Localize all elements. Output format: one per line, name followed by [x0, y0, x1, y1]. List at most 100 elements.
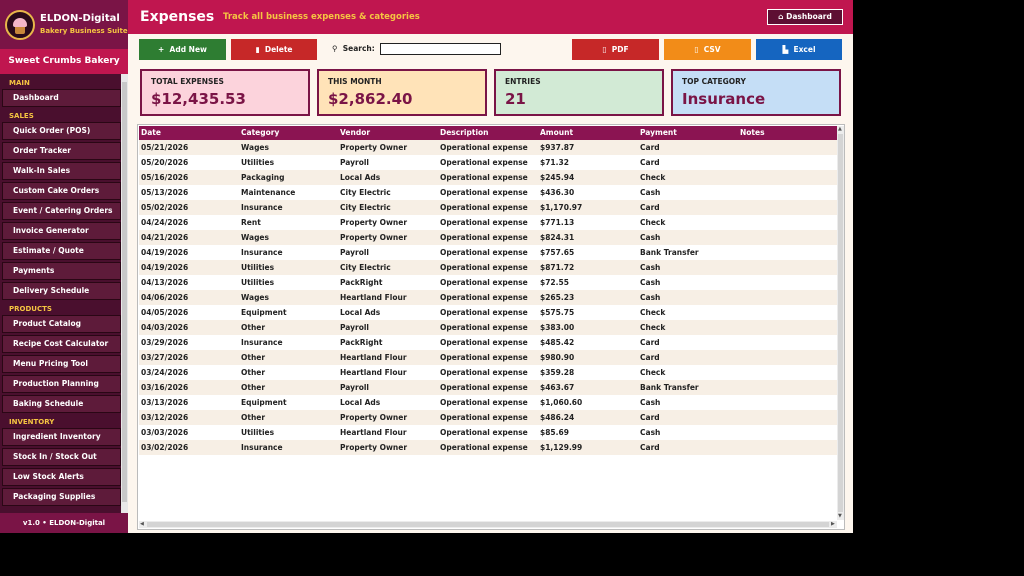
cell-payment: Cash — [640, 188, 661, 197]
delete-button[interactable]: ▮ Delete — [231, 39, 317, 60]
table-row[interactable]: 05/16/2026 Packaging Local Ads Operational … — [139, 170, 837, 185]
cell-category: Insurance — [241, 443, 283, 452]
table-row[interactable]: 05/13/2026 Maintenance City Electric Operat… — [139, 185, 837, 200]
cell-amount: $463.67 — [540, 383, 575, 392]
export-excel-button[interactable]: ▙ Excel — [756, 39, 842, 60]
nav-section-sales: SALES — [9, 112, 34, 120]
sidebar-item-stock-in-stock-out[interactable]: Stock In / Stock Out — [2, 448, 121, 466]
cell-description: Operational expense — [440, 143, 528, 152]
search-input[interactable] — [380, 43, 501, 55]
sidebar-item-ingredient-inventory[interactable]: Ingredient Inventory — [2, 428, 121, 446]
table-vertical-scrollbar[interactable]: ▲ ▼ — [837, 126, 844, 520]
sidebar-item-invoice-generator[interactable]: Invoice Generator — [2, 222, 121, 240]
scroll-up-icon[interactable]: ▲ — [838, 126, 842, 133]
column-header-vendor[interactable]: Vendor — [340, 126, 370, 140]
cell-vendor: Local Ads — [340, 308, 381, 317]
table-row[interactable]: 03/02/2026 Insurance Property Owner Operati… — [139, 440, 837, 455]
table-row[interactable]: 04/06/2026 Wages Heartland Flour Operationa… — [139, 290, 837, 305]
table-row[interactable]: 03/12/2026 Other Property Owner Operational… — [139, 410, 837, 425]
column-header-description[interactable]: Description — [440, 126, 489, 140]
cell-payment: Cash — [640, 428, 661, 437]
dashboard-button[interactable]: ⌂ Dashboard — [767, 9, 843, 25]
column-header-date[interactable]: Date — [141, 126, 161, 140]
cell-description: Operational expense — [440, 398, 528, 407]
table-row[interactable]: 05/20/2026 Utilities Payroll Operational ex… — [139, 155, 837, 170]
sidebar-item-packaging-supplies[interactable]: Packaging Supplies — [2, 488, 121, 506]
table-row[interactable]: 05/02/2026 Insurance City Electric Operatio… — [139, 200, 837, 215]
sidebar-scrollbar[interactable] — [121, 74, 128, 514]
column-header-amount[interactable]: Amount — [540, 126, 573, 140]
nav-section-products: PRODUCTS — [9, 305, 52, 313]
cell-date: 04/06/2026 — [141, 293, 189, 302]
sidebar-item-production-planning[interactable]: Production Planning — [2, 375, 121, 393]
sidebar-item-baking-schedule[interactable]: Baking Schedule — [2, 395, 121, 413]
sidebar-item-low-stock-alerts[interactable]: Low Stock Alerts — [2, 468, 121, 486]
table-row[interactable]: 04/13/2026 Utilities PackRight Operational … — [139, 275, 837, 290]
sidebar-scroll-thumb[interactable] — [122, 82, 127, 502]
table-row[interactable]: 03/16/2026 Other Payroll Operational expens… — [139, 380, 837, 395]
column-header-payment[interactable]: Payment — [640, 126, 677, 140]
table-horizontal-scrollbar[interactable]: ◀ ▶ — [139, 521, 837, 528]
cell-description: Operational expense — [440, 308, 528, 317]
table-row[interactable]: 03/27/2026 Other Heartland Flour Operationa… — [139, 350, 837, 365]
sidebar-item-payments[interactable]: Payments — [2, 262, 121, 280]
sidebar-item-recipe-cost-calculator[interactable]: Recipe Cost Calculator — [2, 335, 121, 353]
scroll-left-icon[interactable]: ◀ — [140, 521, 144, 528]
scroll-right-icon[interactable]: ▶ — [831, 521, 835, 528]
cell-category: Other — [241, 383, 266, 392]
table-row[interactable]: 03/03/2026 Utilities Heartland Flour Operat… — [139, 425, 837, 440]
csv-file-icon: ▯ — [694, 45, 699, 54]
table-row[interactable]: 04/19/2026 Insurance Payroll Operational ex… — [139, 245, 837, 260]
table-row[interactable]: 04/24/2026 Rent Property Owner Operational … — [139, 215, 837, 230]
sidebar-item-order-tracker[interactable]: Order Tracker — [2, 142, 121, 160]
cell-date: 04/19/2026 — [141, 263, 189, 272]
add-new-button[interactable]: + Add New — [139, 39, 226, 60]
cell-category: Other — [241, 323, 266, 332]
cell-date: 03/27/2026 — [141, 353, 189, 362]
excel-icon: ▙ — [782, 45, 789, 54]
cell-description: Operational expense — [440, 323, 528, 332]
shop-name: Sweet Crumbs Bakery — [0, 49, 128, 74]
table-row[interactable]: 03/24/2026 Other Heartland Flour Operationa… — [139, 365, 837, 380]
sidebar-item-walk-in-sales[interactable]: Walk-In Sales — [2, 162, 121, 180]
sidebar-item-menu-pricing-tool[interactable]: Menu Pricing Tool — [2, 355, 121, 373]
cell-payment: Cash — [640, 293, 661, 302]
sidebar-item-event-catering-orders[interactable]: Event / Catering Orders — [2, 202, 121, 220]
cell-description: Operational expense — [440, 428, 528, 437]
stat-card-entries: ENTRIES 21 — [494, 69, 664, 116]
cell-vendor: Payroll — [340, 323, 370, 332]
table-vscroll-thumb[interactable] — [838, 134, 843, 512]
sidebar-item-custom-cake-orders[interactable]: Custom Cake Orders — [2, 182, 121, 200]
sidebar-item-dashboard[interactable]: Dashboard — [2, 89, 121, 107]
table-row[interactable]: 04/05/2026 Equipment Local Ads Operational … — [139, 305, 837, 320]
table-row[interactable]: 03/29/2026 Insurance PackRight Operational … — [139, 335, 837, 350]
export-csv-button[interactable]: ▯ CSV — [664, 39, 751, 60]
table-row[interactable]: 03/13/2026 Equipment Local Ads Operational … — [139, 395, 837, 410]
cell-description: Operational expense — [440, 413, 528, 422]
cell-payment: Check — [640, 173, 666, 182]
sidebar-item-estimate-quote[interactable]: Estimate / Quote — [2, 242, 121, 260]
stat-value: $2,862.40 — [328, 90, 413, 108]
table-row[interactable]: 04/19/2026 Utilities City Electric Operatio… — [139, 260, 837, 275]
cell-date: 04/24/2026 — [141, 218, 189, 227]
plus-icon: + — [158, 45, 165, 54]
table-row[interactable]: 04/21/2026 Wages Property Owner Operational… — [139, 230, 837, 245]
export-pdf-button[interactable]: ▯ PDF — [572, 39, 659, 60]
cell-category: Other — [241, 413, 266, 422]
column-header-notes[interactable]: Notes — [740, 126, 765, 140]
column-header-category[interactable]: Category — [241, 126, 279, 140]
cell-vendor: Property Owner — [340, 233, 408, 242]
table-row[interactable]: 05/21/2026 Wages Property Owner Operational… — [139, 140, 837, 155]
scroll-down-icon[interactable]: ▼ — [838, 513, 842, 520]
delete-label: Delete — [264, 45, 293, 54]
sidebar-item-delivery-schedule[interactable]: Delivery Schedule — [2, 282, 121, 300]
table-row[interactable]: 04/03/2026 Other Payroll Operational expens… — [139, 320, 837, 335]
sidebar-item-product-catalog[interactable]: Product Catalog — [2, 315, 121, 333]
cell-description: Operational expense — [440, 203, 528, 212]
sidebar-item-quick-order-pos[interactable]: Quick Order (POS) — [2, 122, 121, 140]
cell-description: Operational expense — [440, 353, 528, 362]
cell-category: Insurance — [241, 248, 283, 257]
cell-vendor: Local Ads — [340, 173, 381, 182]
table-hscroll-thumb[interactable] — [147, 522, 829, 527]
cell-category: Maintenance — [241, 188, 296, 197]
